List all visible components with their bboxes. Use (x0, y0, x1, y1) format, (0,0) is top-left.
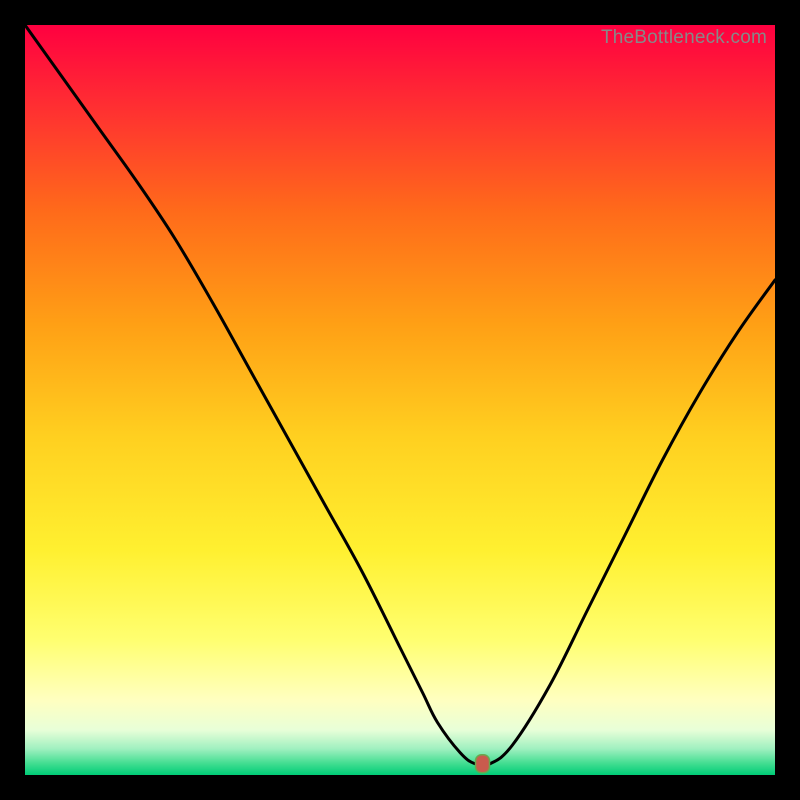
chart-svg (25, 25, 775, 775)
chart-frame: TheBottleneck.com (0, 0, 800, 800)
watermark-text: TheBottleneck.com (601, 27, 767, 49)
gradient-background (25, 25, 775, 775)
optimum-marker (476, 755, 490, 773)
plot-area: TheBottleneck.com (25, 25, 775, 775)
